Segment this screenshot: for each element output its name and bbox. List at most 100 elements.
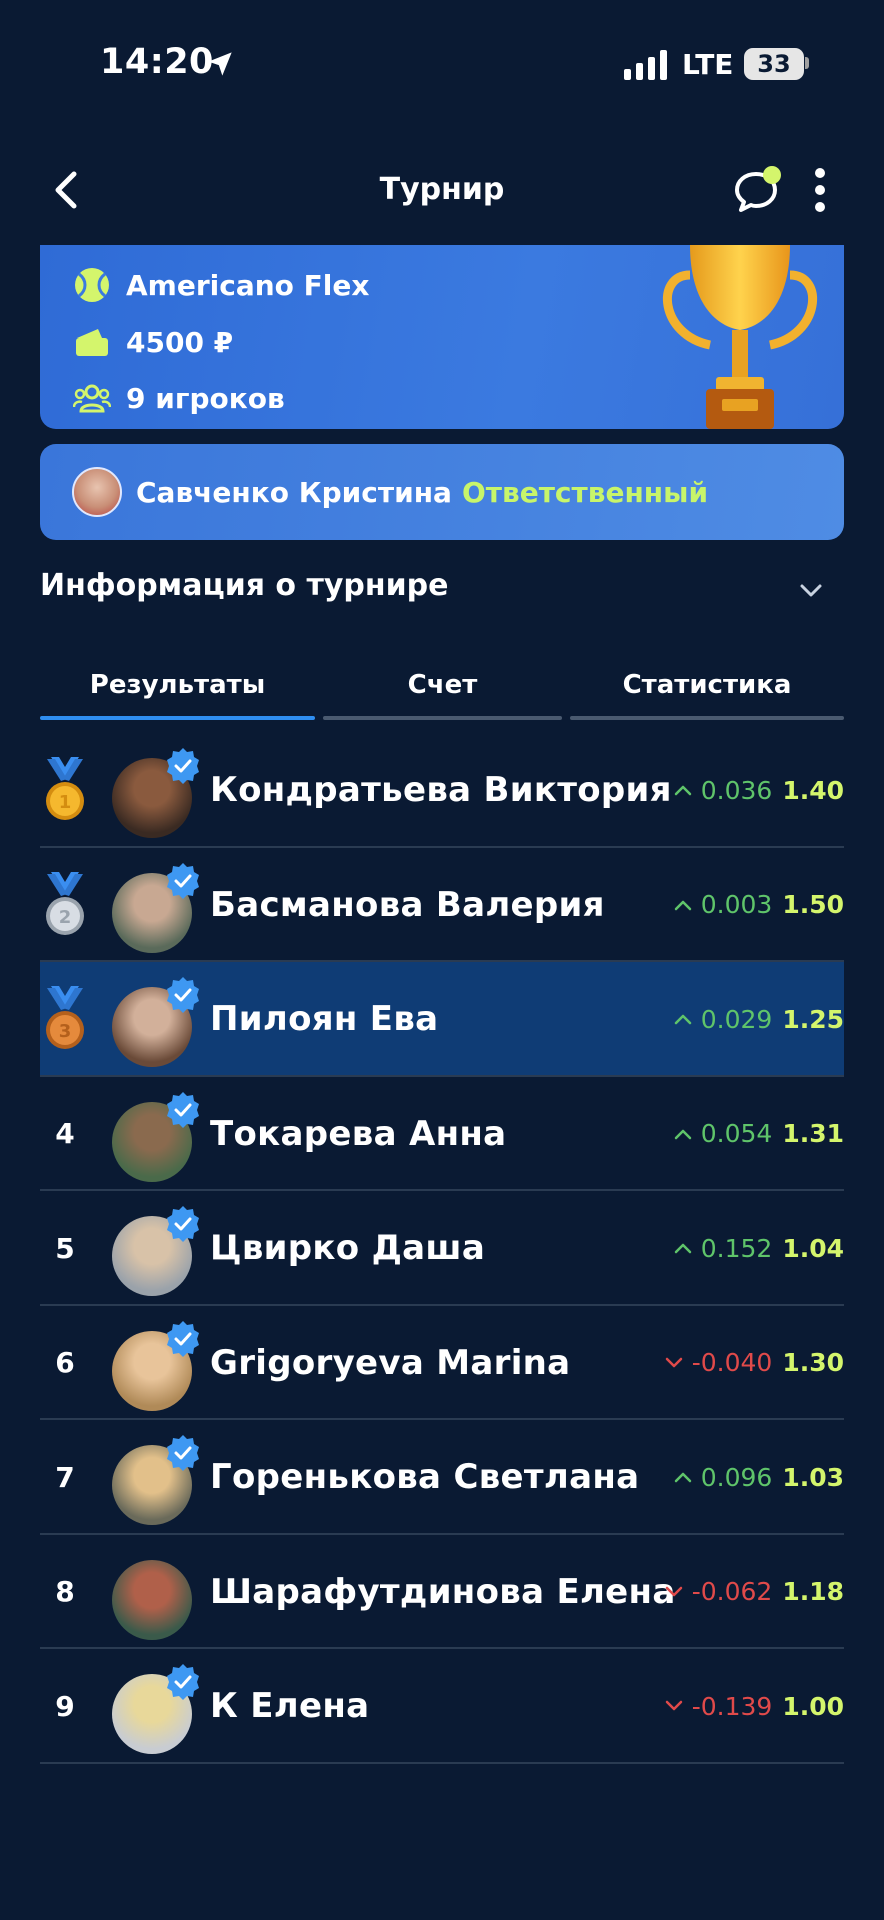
rank-number: 4	[55, 1117, 75, 1150]
verified-badge-icon	[167, 748, 199, 784]
player-rating: 1.31	[782, 1119, 844, 1148]
result-row[interactable]: 3 Пилоян Ева 0.029 1.25	[40, 962, 844, 1077]
tab-score[interactable]: Счет	[323, 660, 562, 720]
organizer-avatar	[72, 467, 122, 517]
player-name: Токарева Анна	[210, 1113, 507, 1154]
rating-delta: 0.152	[673, 1233, 773, 1263]
result-row[interactable]: 8 Шарафутдинова Елена -0.062 1.18	[40, 1535, 844, 1649]
player-stats: 0.036 1.40	[673, 733, 844, 847]
rating-delta-value: 0.036	[700, 775, 773, 805]
verified-badge-icon	[167, 1091, 199, 1128]
tournament-price: 4500 ₽	[126, 325, 234, 359]
rating-delta-value: 0.003	[700, 890, 773, 919]
rating-delta: 0.054	[673, 1119, 773, 1148]
rating-delta-value: 0.054	[700, 1119, 773, 1148]
player-stats: -0.139 1.00	[664, 1649, 844, 1763]
status-bar: 14:20 LTE 33	[0, 0, 884, 130]
bronze-medal-icon: 3	[40, 962, 90, 1076]
tennis-ball-icon	[72, 265, 112, 305]
player-name: Grigoryeva Marina	[210, 1342, 571, 1383]
player-rating: 1.04	[782, 1233, 844, 1263]
chevron-up-icon	[674, 1472, 691, 1483]
svg-text:3: 3	[59, 1021, 72, 1042]
rating-delta: -0.139	[664, 1692, 772, 1721]
verified-badge-icon	[167, 1664, 199, 1700]
rating-delta-value: 0.029	[700, 1004, 773, 1034]
player-name: К Елена	[210, 1686, 370, 1726]
tabs: Результаты Счет Статистика	[40, 660, 844, 720]
rating-delta-value: 0.152	[700, 1233, 773, 1263]
chevron-up-icon	[674, 1014, 691, 1025]
tournament-info-header[interactable]: Информация о турнире	[40, 568, 448, 603]
chevron-down-icon	[665, 1700, 682, 1711]
player-stats: 0.054 1.31	[673, 1077, 844, 1191]
player-name: Цвирко Даша	[210, 1228, 486, 1268]
back-button[interactable]	[46, 168, 86, 212]
players-icon	[72, 378, 112, 418]
silver-medal-icon: 2	[40, 848, 90, 962]
results-list: 1 Кондратьева Виктория 0.036 1.40 2 Басманова…	[40, 733, 844, 1764]
player-stats: -0.040 1.30	[664, 1306, 844, 1420]
player-name: Басманова Валерия	[210, 884, 605, 925]
player-stats: 0.003 1.50	[673, 848, 844, 962]
rating-delta-value: 0.096	[700, 1462, 773, 1492]
rating-delta: 0.036	[673, 775, 773, 805]
tournament-format: Americano Flex	[126, 268, 370, 302]
result-row[interactable]: 2 Басманова Валерия 0.003 1.50	[40, 848, 844, 962]
organizer-card[interactable]: Савченко Кристина Ответственный	[40, 444, 844, 540]
verified-badge-icon	[167, 1206, 199, 1242]
tab-results-label: Результаты	[89, 670, 266, 700]
rating-delta: 0.003	[673, 890, 773, 919]
result-row[interactable]: 5 Цвирко Даша 0.152 1.04	[40, 1191, 844, 1306]
verified-badge-icon	[167, 862, 199, 899]
tab-results[interactable]: Результаты	[40, 660, 315, 720]
tournament-players-count: 9 игроков	[126, 381, 285, 415]
chevron-down-icon[interactable]	[796, 578, 826, 602]
player-avatar[interactable]	[112, 1559, 192, 1640]
tournament-price-row: 4500 ₽	[72, 322, 233, 362]
organizer-name: Савченко Кристина	[136, 475, 452, 509]
player-name: Кондратьева Виктория	[210, 770, 672, 810]
gold-medal-icon: 1	[40, 733, 90, 847]
tournament-format-row: Americano Flex	[72, 265, 369, 305]
tab-score-underline	[323, 716, 562, 720]
tab-statistics-underline	[570, 716, 844, 720]
rank-number: 6	[55, 1346, 75, 1379]
chevron-up-icon	[674, 1129, 691, 1139]
battery-icon: 33	[744, 48, 804, 80]
rank-number: 9	[55, 1689, 75, 1723]
verified-badge-icon	[167, 1435, 199, 1471]
result-row[interactable]: 6 Grigoryeva Marina -0.040 1.30	[40, 1306, 844, 1420]
signal-icon	[624, 50, 667, 80]
tab-statistics-label: Статистика	[622, 670, 792, 700]
rating-delta-value: -0.062	[691, 1577, 773, 1606]
verified-badge-icon	[167, 977, 199, 1013]
rating-delta: -0.040	[664, 1348, 773, 1377]
rating-delta: 0.029	[673, 1004, 773, 1034]
player-stats: 0.029 1.25	[673, 962, 844, 1076]
result-row[interactable]: 1 Кондратьева Виктория 0.036 1.40	[40, 733, 844, 848]
player-rating: 1.50	[782, 890, 844, 919]
chat-button[interactable]	[732, 164, 784, 216]
player-name: Шарафутдинова Елена	[210, 1571, 676, 1612]
wallet-icon	[72, 322, 112, 362]
result-row[interactable]: 4 Токарева Анна 0.054 1.31	[40, 1077, 844, 1191]
network-type: LTE	[682, 48, 734, 81]
result-row[interactable]: 7 Горенькова Светлана 0.096 1.03	[40, 1420, 844, 1535]
player-stats: -0.062 1.18	[664, 1535, 844, 1649]
rating-delta: -0.062	[664, 1577, 773, 1606]
more-options-icon[interactable]	[808, 164, 832, 216]
tab-statistics[interactable]: Статистика	[570, 660, 844, 720]
tournament-players-row: 9 игроков	[72, 378, 285, 418]
svg-text:1: 1	[59, 792, 72, 813]
rank-number: 7	[55, 1460, 75, 1494]
result-row[interactable]: 9 К Елена -0.139 1.00	[40, 1649, 844, 1764]
player-rating: 1.30	[782, 1348, 844, 1377]
svg-text:2: 2	[59, 907, 72, 928]
tournament-card: Americano Flex 4500 ₽ 9 игроков	[40, 245, 844, 429]
rating-delta-value: -0.040	[691, 1348, 773, 1377]
chevron-down-icon	[665, 1357, 682, 1367]
player-rating: 1.40	[782, 775, 844, 805]
tab-score-label: Счет	[407, 670, 478, 700]
rank-number: 5	[55, 1231, 75, 1265]
